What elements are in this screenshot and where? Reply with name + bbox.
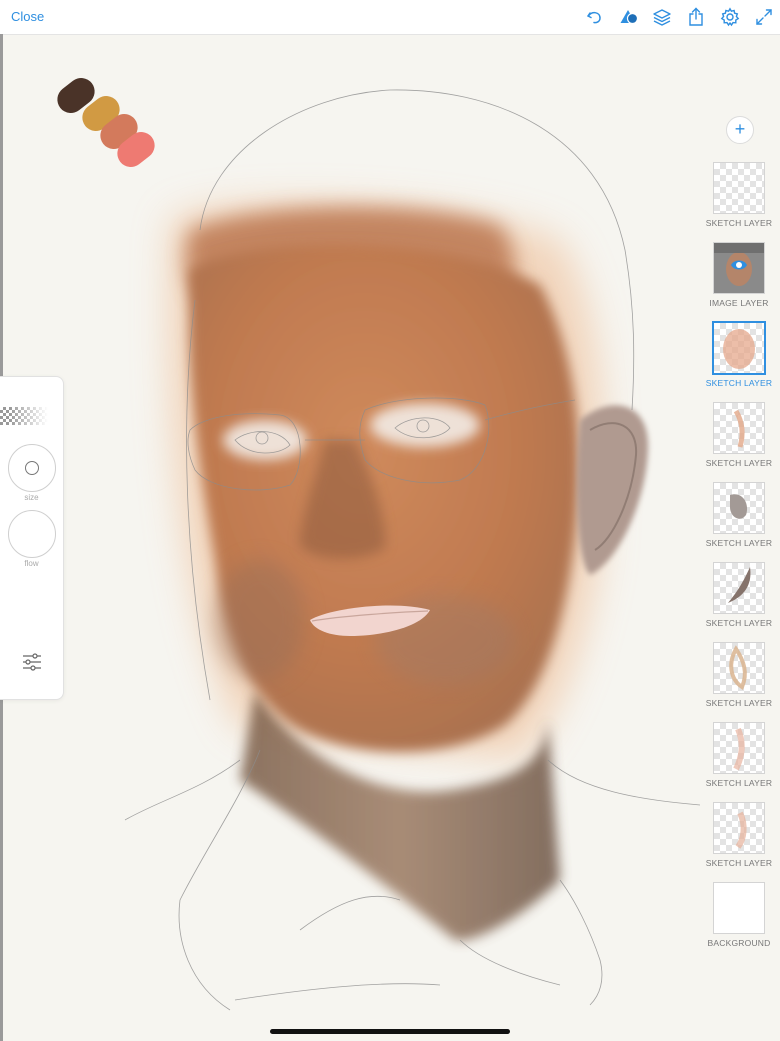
layer-item-sketch-3[interactable]: SKETCH LAYER: [702, 402, 776, 474]
undo-icon[interactable]: [585, 7, 605, 27]
layer-thumbnail: [713, 882, 765, 934]
layer-item-sketch-4[interactable]: SKETCH LAYER: [702, 482, 776, 554]
layer-label: SKETCH LAYER: [705, 378, 773, 388]
layer-item-sketch-1[interactable]: SKETCH LAYER: [702, 162, 776, 234]
close-button[interactable]: Close: [11, 9, 44, 24]
brush-settings-icon[interactable]: [21, 651, 43, 673]
layer-label: SKETCH LAYER: [705, 698, 773, 708]
layer-label: SKETCH LAYER: [705, 778, 773, 788]
layer-thumbnail: [713, 402, 765, 454]
size-label: size: [24, 493, 39, 502]
settings-icon[interactable]: [720, 7, 740, 27]
share-icon[interactable]: [686, 7, 706, 27]
shape-icon[interactable]: [619, 7, 639, 27]
layer-thumbnail: [713, 722, 765, 774]
layer-thumbnail: [713, 802, 765, 854]
layer-item-sketch-8[interactable]: SKETCH LAYER: [702, 802, 776, 874]
drawing-canvas[interactable]: [3, 34, 780, 1041]
layer-item-sketch-7[interactable]: SKETCH LAYER: [702, 722, 776, 794]
brush-tool-panel: size flow: [0, 376, 64, 700]
layer-thumbnail: [713, 562, 765, 614]
layer-thumbnail: [713, 642, 765, 694]
layer-item-sketch-6[interactable]: SKETCH LAYER: [702, 642, 776, 714]
flow-label: flow: [24, 559, 39, 568]
layer-label: SKETCH LAYER: [705, 618, 773, 628]
layer-label: IMAGE LAYER: [709, 298, 769, 308]
add-layer-button[interactable]: +: [726, 116, 754, 144]
size-indicator: [25, 461, 39, 475]
layer-thumbnail: [712, 321, 766, 375]
layer-label: SKETCH LAYER: [705, 218, 773, 228]
layer-item-background[interactable]: BACKGROUND: [702, 882, 776, 954]
expand-icon[interactable]: [754, 7, 774, 27]
layers-icon[interactable]: [652, 7, 672, 27]
layer-thumbnail: [713, 482, 765, 534]
brush-preview[interactable]: [0, 407, 48, 425]
visibility-icon[interactable]: [730, 256, 748, 274]
layer-label: BACKGROUND: [707, 938, 771, 948]
home-indicator[interactable]: [270, 1029, 510, 1034]
flow-dial[interactable]: [8, 510, 56, 558]
layer-label: SKETCH LAYER: [705, 458, 773, 468]
layer-item-sketch-2-selected[interactable]: SKETCH LAYER: [702, 321, 776, 394]
top-toolbar: Close: [0, 0, 780, 35]
layer-item-sketch-5[interactable]: SKETCH LAYER: [702, 562, 776, 634]
layer-thumbnail: [713, 162, 765, 214]
layer-label: SKETCH LAYER: [705, 538, 773, 548]
layer-label: SKETCH LAYER: [705, 858, 773, 868]
size-dial[interactable]: [8, 444, 56, 492]
layer-item-image[interactable]: IMAGE LAYER: [702, 242, 776, 314]
